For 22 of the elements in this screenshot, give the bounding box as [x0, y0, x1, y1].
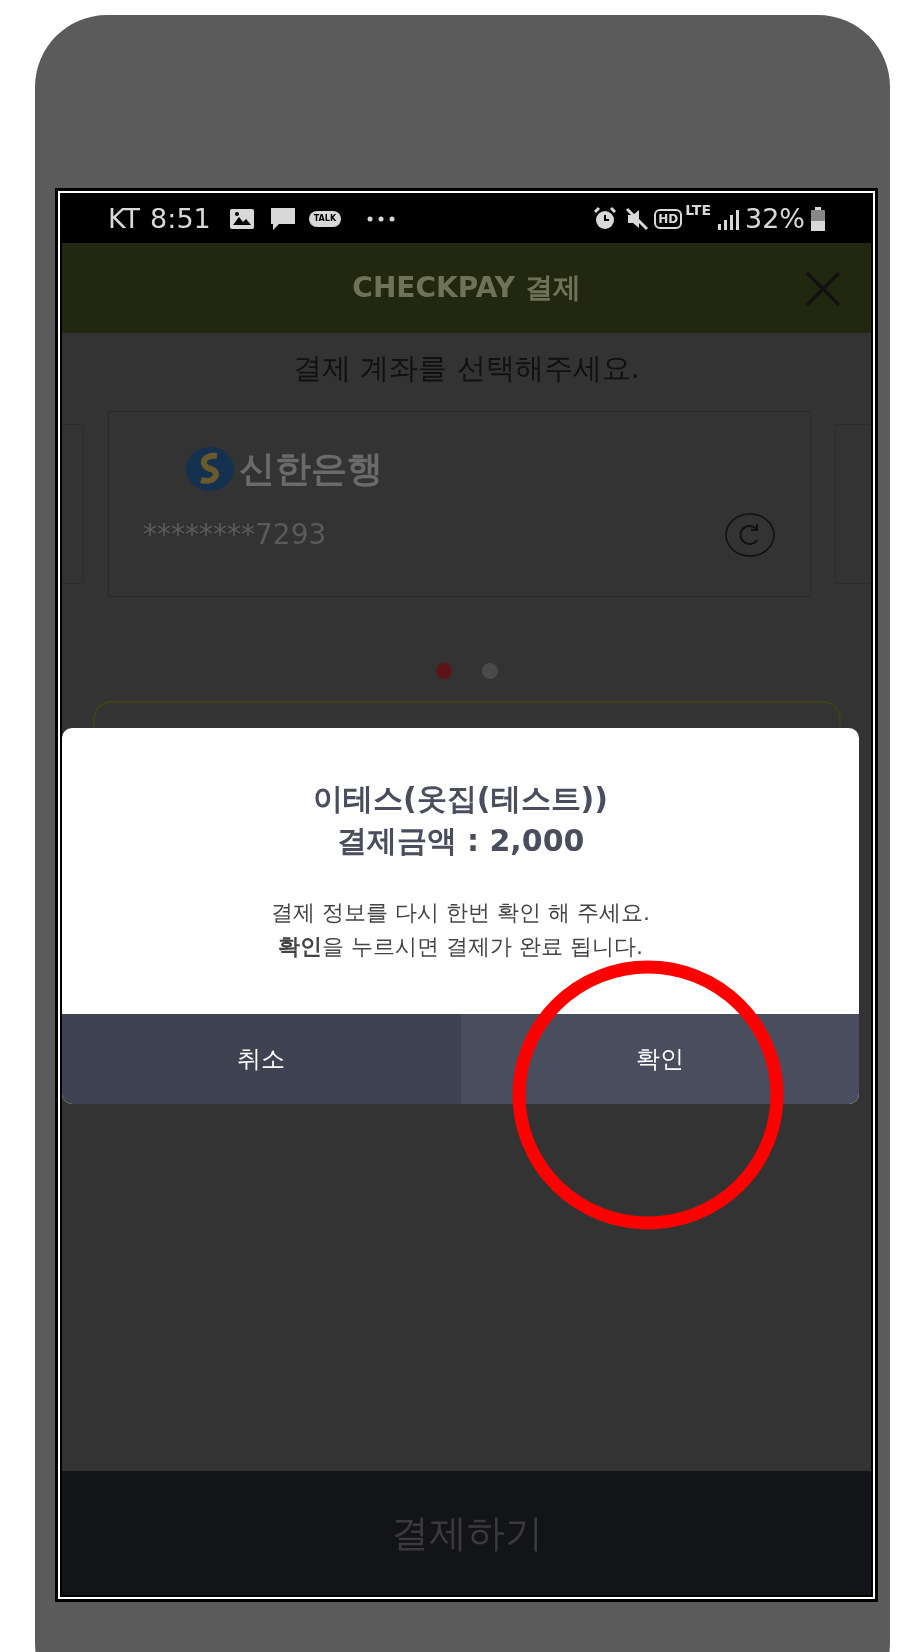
battery-icon — [811, 207, 825, 231]
refresh-icon[interactable] — [724, 511, 776, 558]
signal-icon — [717, 208, 739, 230]
mute-icon — [624, 206, 651, 232]
bank-logo-icon — [185, 445, 235, 492]
network-type-text: LTE — [685, 203, 711, 217]
dialog-amount: 결제금액 : 2,000 — [336, 822, 585, 860]
dialog-message: 확인을 누르시면 결제가 완료 됩니다. — [278, 933, 643, 961]
dialog-title: 이테스(옷집(테스트)) — [313, 780, 608, 818]
battery-percent-text: 32% — [745, 201, 805, 236]
dialog-button[interactable]: 확인 — [460, 1014, 859, 1104]
more-icon — [367, 216, 396, 222]
talk-icon: TALK — [308, 211, 342, 227]
carrier-text: KT — [108, 201, 141, 236]
dialog-button[interactable]: 취소 — [62, 1014, 461, 1104]
message-icon — [268, 206, 297, 232]
image-icon — [228, 208, 255, 230]
header-title: CHECKPAY 결제 — [352, 270, 581, 306]
clock-text: 8:51 — [150, 201, 211, 236]
dialog-message: 결제 정보를 다시 한번 확인 해 주세요. — [271, 899, 650, 927]
hd-icon: HD — [654, 209, 683, 229]
alarm-icon — [592, 206, 619, 232]
